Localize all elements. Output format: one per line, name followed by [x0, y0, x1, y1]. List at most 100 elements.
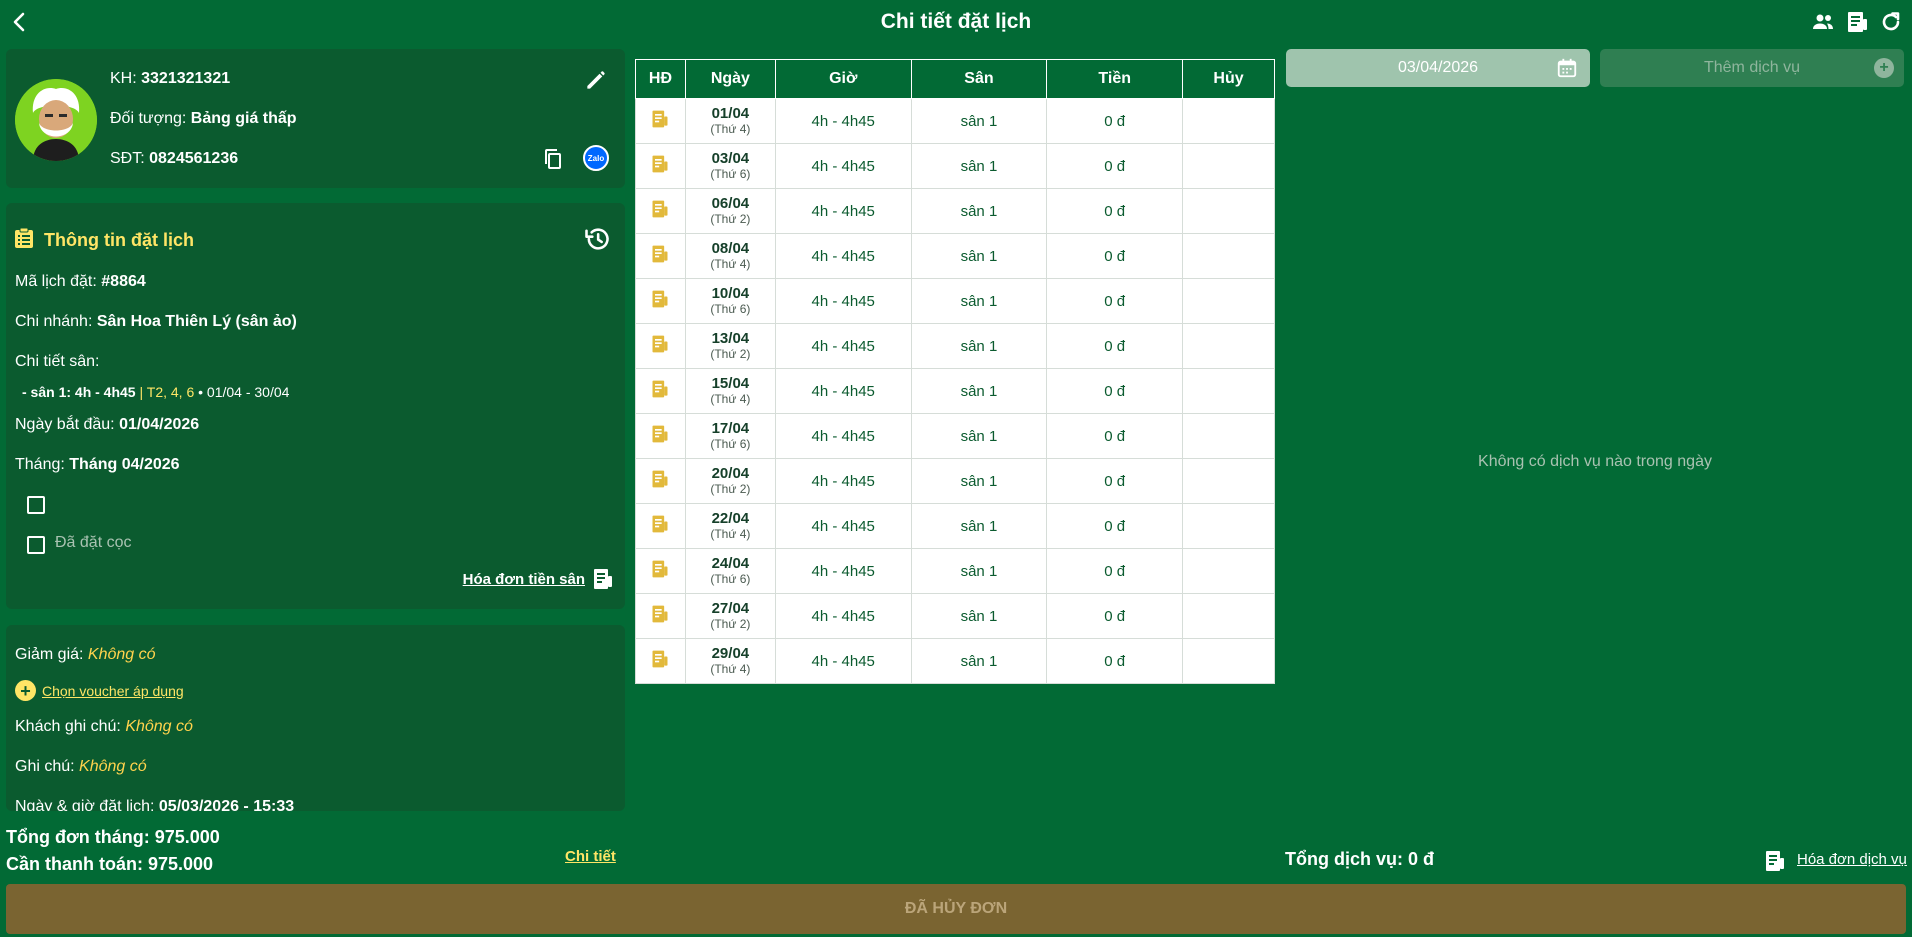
row-invoice-cell — [635, 368, 686, 414]
cancelled-order-button[interactable]: ĐÃ HỦY ĐƠN — [6, 884, 1906, 934]
row-invoice-cell — [635, 548, 686, 594]
table-row: 27/04 (Thứ 2) 4h - 4h45 sân 10 đ — [635, 593, 1275, 639]
customer-card: KH: 3321321321 Đối tượng: Bảng giá thấp … — [6, 49, 625, 188]
row-date: 08/04 — [711, 240, 750, 258]
page-title: Chi tiết đặt lịch — [880, 10, 1032, 33]
row-court: sân 1 — [910, 98, 1048, 144]
row-court: sân 1 — [910, 638, 1048, 684]
row-date-cell: 20/04 (Thứ 2) — [684, 458, 776, 504]
row-date-cell: 06/04 (Thứ 2) — [684, 188, 776, 234]
history-icon[interactable] — [583, 225, 611, 253]
service-date-picker[interactable]: 03/04/2026 — [1286, 49, 1590, 87]
row-price: 0 đ — [1046, 98, 1184, 144]
row-cancel-cell[interactable] — [1182, 233, 1275, 279]
row-court: sân 1 — [910, 458, 1048, 504]
invoice-icon[interactable] — [650, 649, 670, 669]
invoice-icon[interactable] — [650, 379, 670, 399]
row-time: 4h - 4h45 — [774, 188, 912, 234]
table-row: 06/04 (Thứ 2) 4h - 4h45 sân 10 đ — [635, 188, 1275, 234]
choose-voucher-link[interactable]: Chọn voucher áp dụng — [42, 683, 184, 699]
invoice-icon[interactable] — [650, 199, 670, 219]
customer-phone: SĐT: 0824561236 — [110, 150, 239, 167]
table-row: 22/04 (Thứ 4) 4h - 4h45 sân 10 đ — [635, 503, 1275, 549]
add-service-button[interactable]: Thêm dịch vụ + — [1600, 49, 1904, 87]
users-icon[interactable] — [1810, 9, 1836, 35]
booking-branch: Chi nhánh: Sân Hoa Thiên Lý (sân ảo) — [15, 313, 297, 330]
invoice-icon[interactable] — [650, 334, 670, 354]
deposit-label: Đã đặt cọc — [55, 534, 132, 551]
row-court: sân 1 — [910, 368, 1048, 414]
table-row: 13/04 (Thứ 2) 4h - 4h45 sân 10 đ — [635, 323, 1275, 369]
row-date: 10/04 — [711, 285, 750, 303]
row-weekday: (Thứ 6) — [710, 301, 751, 316]
row-cancel-cell[interactable] — [1182, 143, 1275, 189]
row-weekday: (Thứ 2) — [710, 481, 751, 496]
row-date: 15/04 — [711, 375, 750, 393]
row-date-cell: 24/04 (Thứ 6) — [684, 548, 776, 594]
row-court: sân 1 — [910, 323, 1048, 369]
row-date: 20/04 — [711, 465, 750, 483]
service-invoice-link[interactable]: Hóa đơn dịch vụ — [1797, 851, 1907, 868]
row-cancel-cell[interactable] — [1182, 638, 1275, 684]
invoice-icon[interactable] — [650, 289, 670, 309]
row-cancel-cell[interactable] — [1182, 98, 1275, 144]
row-invoice-cell — [635, 638, 686, 684]
table-row: 15/04 (Thứ 4) 4h - 4h45 sân 10 đ — [635, 368, 1275, 414]
row-cancel-cell[interactable] — [1182, 548, 1275, 594]
plus-circle-icon: + — [15, 680, 36, 701]
row-invoice-cell — [635, 323, 686, 369]
row-cancel-cell[interactable] — [1182, 323, 1275, 369]
row-weekday: (Thứ 6) — [710, 571, 751, 586]
invoice-icon[interactable] — [650, 559, 670, 579]
row-weekday: (Thứ 2) — [710, 616, 751, 631]
row-weekday: (Thứ 2) — [710, 211, 751, 226]
schedule-table: HĐ Ngày Giờ Sân Tiền Hủy 01/04 (Thứ 4) 4h … — [635, 59, 1275, 684]
row-cancel-cell[interactable] — [1182, 503, 1275, 549]
edit-pencil-icon[interactable] — [583, 67, 609, 93]
invoice-icon[interactable] — [650, 154, 670, 174]
court-detail-label: Chi tiết sân: — [15, 353, 100, 370]
zalo-icon[interactable]: Zalo — [583, 145, 609, 171]
row-date-cell: 15/04 (Thứ 4) — [684, 368, 776, 414]
row-date-cell: 29/04 (Thứ 4) — [684, 638, 776, 684]
row-cancel-cell[interactable] — [1182, 458, 1275, 504]
row-invoice-cell — [635, 413, 686, 459]
receipt-list-icon[interactable] — [1844, 9, 1870, 35]
row-cancel-cell[interactable] — [1182, 278, 1275, 324]
voucher-row[interactable]: + Chọn voucher áp dụng — [15, 680, 184, 701]
refresh-icon[interactable] — [1878, 9, 1904, 35]
invoice-icon[interactable] — [650, 469, 670, 489]
row-cancel-cell[interactable] — [1182, 368, 1275, 414]
invoice-icon[interactable] — [650, 604, 670, 624]
table-row: 01/04 (Thứ 4) 4h - 4h45 sân 10 đ — [635, 98, 1275, 144]
invoice-icon[interactable] — [650, 244, 670, 264]
row-price: 0 đ — [1046, 638, 1184, 684]
invoice-icon[interactable] — [650, 109, 670, 129]
invoice-icon[interactable] — [650, 514, 670, 534]
deposit-checkbox[interactable] — [27, 536, 45, 554]
row-price: 0 đ — [1046, 233, 1184, 279]
table-row: 10/04 (Thứ 6) 4h - 4h45 sân 10 đ — [635, 278, 1275, 324]
row-time: 4h - 4h45 — [774, 368, 912, 414]
table-row: 20/04 (Thứ 2) 4h - 4h45 sân 10 đ — [635, 458, 1275, 504]
copy-icon[interactable] — [541, 147, 565, 171]
row-cancel-cell[interactable] — [1182, 593, 1275, 639]
row-court: sân 1 — [910, 233, 1048, 279]
detail-link[interactable]: Chi tiết — [565, 848, 616, 865]
amount-to-pay: Cần thanh toán: 975.000 — [6, 854, 214, 874]
col-date: Ngày — [684, 59, 776, 99]
receipt-icon[interactable] — [1763, 849, 1787, 873]
row-price: 0 đ — [1046, 548, 1184, 594]
booked-at-line: Ngày & giờ đặt lịch: 05/03/2026 - 15:33 — [15, 798, 295, 811]
row-cancel-cell[interactable] — [1182, 413, 1275, 459]
row-court: sân 1 — [910, 593, 1048, 639]
invoice-icon[interactable] — [650, 424, 670, 444]
col-invoice: HĐ — [635, 59, 686, 99]
row-time: 4h - 4h45 — [774, 413, 912, 459]
table-row: 03/04 (Thứ 6) 4h - 4h45 sân 10 đ — [635, 143, 1275, 189]
row-cancel-cell[interactable] — [1182, 188, 1275, 234]
checkbox-unlabeled[interactable] — [27, 496, 45, 514]
court-invoice-link[interactable]: Hóa đơn tiền sân — [463, 571, 585, 588]
row-price: 0 đ — [1046, 323, 1184, 369]
receipt-icon[interactable] — [591, 567, 615, 591]
